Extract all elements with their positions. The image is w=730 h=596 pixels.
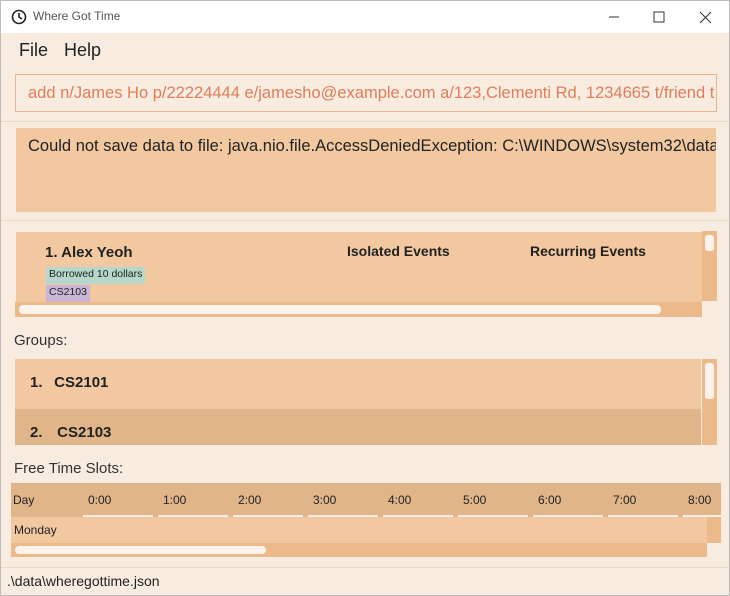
window-title: Where Got Time — [33, 9, 121, 23]
hour-header: 0:00 — [88, 493, 112, 507]
status-bar: .\data\wheregottime.json — [1, 567, 729, 595]
result-message: Could not save data to file: java.nio.fi… — [28, 137, 716, 155]
close-icon — [699, 11, 711, 23]
group-row-label: 2. CS2103 — [30, 424, 111, 441]
menu-bar: File Help — [1, 33, 729, 67]
day-name: Monday — [14, 523, 57, 537]
group-row[interactable]: 2. CS2103 — [15, 409, 701, 445]
isolated-events-heading: Isolated Events — [347, 243, 450, 259]
data-file-path: .\data\wheregottime.json — [7, 573, 160, 589]
command-input[interactable]: add n/James Ho p/22224444 e/jamesho@exam… — [15, 74, 717, 112]
free-time-hscroll-thumb[interactable] — [15, 546, 266, 554]
result-display: Could not save data to file: java.nio.fi… — [16, 128, 716, 212]
person-list-vscroll[interactable] — [702, 231, 717, 301]
person-list-vscroll-thumb[interactable] — [705, 235, 714, 251]
free-time-vscroll[interactable] — [707, 517, 721, 543]
hour-header: 7:00 — [613, 493, 637, 507]
hour-header: 5:00 — [463, 493, 487, 507]
person-list: 1. Alex Yeoh Borrowed 10 dollars CS2103 … — [15, 231, 717, 317]
command-text: add n/James Ho p/22224444 e/jamesho@exam… — [28, 84, 715, 102]
divider — [1, 220, 729, 221]
menu-file[interactable]: File — [19, 40, 48, 61]
hour-header: 8:00 — [688, 493, 712, 507]
free-time-label: Free Time Slots: — [14, 460, 124, 477]
group-name: CS2101 — [54, 374, 109, 391]
divider — [1, 121, 729, 122]
maximize-icon — [653, 11, 665, 23]
clock-icon — [11, 9, 27, 25]
group-row-label: 1. CS2101 — [30, 374, 108, 391]
group-index: 2. — [30, 424, 43, 441]
hour-header: 1:00 — [163, 493, 187, 507]
hour-header: 3:00 — [313, 493, 337, 507]
free-time-header: Day 0:00 1:00 2:00 3:00 4:00 5:00 6:00 7… — [11, 483, 721, 517]
hour-header: 2:00 — [238, 493, 262, 507]
group-name: CS2103 — [57, 424, 112, 441]
person-name: 1. Alex Yeoh — [45, 244, 133, 261]
minimize-button[interactable] — [591, 1, 637, 33]
recurring-events-heading: Recurring Events — [530, 243, 646, 259]
person-card[interactable]: 1. Alex Yeoh Borrowed 10 dollars CS2103 … — [16, 232, 702, 302]
minimize-icon — [609, 16, 619, 18]
free-time-table: Day 0:00 1:00 2:00 3:00 4:00 5:00 6:00 7… — [11, 483, 721, 557]
group-row[interactable]: 1. CS2101 — [15, 359, 701, 409]
group-index: 1. — [30, 374, 43, 391]
close-button[interactable] — [682, 1, 728, 33]
app-window: Where Got Time File Help add n/James Ho … — [0, 0, 730, 596]
hour-header: 6:00 — [538, 493, 562, 507]
tag-borrowed: Borrowed 10 dollars — [46, 267, 146, 284]
hour-header: 4:00 — [388, 493, 412, 507]
person-list-hscroll-thumb[interactable] — [19, 305, 661, 314]
free-time-row[interactable]: Monday — [11, 517, 707, 543]
menu-help[interactable]: Help — [64, 40, 101, 61]
person-list-hscroll[interactable] — [15, 302, 702, 317]
group-list-vscroll-thumb[interactable] — [705, 363, 714, 399]
title-bar: Where Got Time — [1, 1, 729, 33]
free-time-hscroll[interactable] — [11, 543, 707, 557]
maximize-button[interactable] — [636, 1, 682, 33]
groups-label: Groups: — [14, 332, 68, 349]
group-list: 1. CS2101 2. CS2103 — [15, 359, 717, 445]
group-list-vscroll[interactable] — [702, 359, 717, 445]
day-column-header: Day — [13, 493, 35, 507]
tag-course: CS2103 — [46, 285, 90, 302]
